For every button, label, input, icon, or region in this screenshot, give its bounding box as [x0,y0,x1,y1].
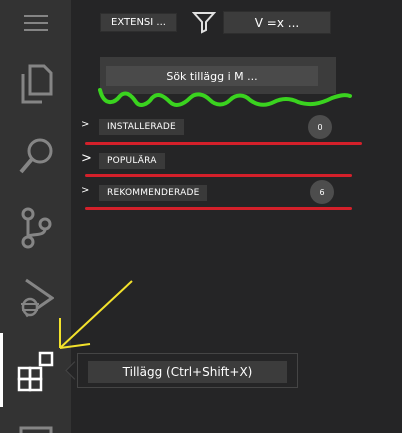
more-actions-button[interactable]: V =x ... [223,11,331,34]
section-installed-label: INSTALLERADE [99,119,184,135]
chevron-right-icon: > [81,151,92,166]
activity-bar [0,0,71,433]
tooltip-label: Tillägg (Ctrl+Shift+X) [88,361,287,383]
section-recommended[interactable]: > REKOMMENDERADE 6 [75,180,345,204]
filter-icon[interactable] [191,10,217,34]
section-popular[interactable]: > POPULÄRA [75,150,345,172]
section-installed[interactable]: > INSTALLERADE 0 [75,115,345,139]
search-icon[interactable] [0,134,71,178]
installed-count-badge: 0 [308,115,332,139]
red-underline-installed [85,142,362,145]
chevron-right-icon: > [81,119,90,130]
recommended-count-badge: 6 [310,180,334,204]
view-title: EXTENSI ... [100,13,177,32]
run-debug-icon[interactable] [0,276,71,320]
menu-icon[interactable] [0,8,71,38]
source-control-icon[interactable] [0,205,71,251]
red-underline-popular [85,174,352,177]
search-extensions-input[interactable] [106,66,318,86]
extensions-icon[interactable] [0,348,71,394]
explorer-icon[interactable] [0,62,71,106]
red-underline-recommended [85,207,352,210]
panel-icon[interactable] [0,420,71,433]
chevron-right-icon: > [81,185,90,196]
section-recommended-label: REKOMMENDERADE [99,185,208,201]
section-popular-label: POPULÄRA [99,153,165,169]
